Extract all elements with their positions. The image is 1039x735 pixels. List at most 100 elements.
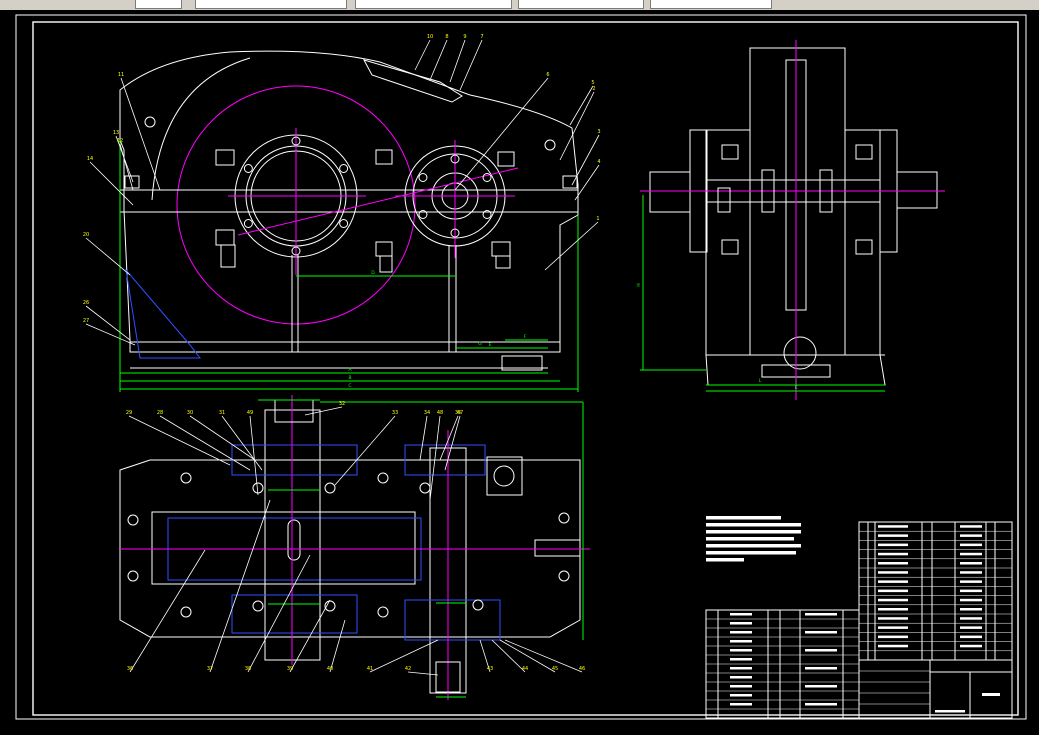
cell-text (960, 608, 982, 611)
part-number-label[interactable]: 43 (487, 666, 493, 672)
part-number-label[interactable]: 38 (245, 666, 251, 672)
part-number-label[interactable]: 45 (552, 666, 558, 672)
part-number-label[interactable]: 2 (592, 86, 595, 92)
cell-text (960, 525, 982, 528)
part-number-label[interactable]: 26 (83, 300, 89, 306)
part-number-label[interactable]: 11 (118, 72, 124, 78)
cell-text (960, 589, 982, 593)
cell-text (878, 589, 908, 593)
toolbar-field[interactable] (518, 0, 644, 9)
title-cell-text (935, 710, 965, 713)
cell-text (878, 571, 908, 574)
part-number-label[interactable]: 28 (157, 410, 163, 416)
dimension-text: E (489, 342, 492, 348)
note-line (706, 558, 744, 562)
cell-text (730, 703, 752, 706)
part-number-label[interactable]: 27 (83, 318, 89, 324)
cell-text (878, 525, 908, 528)
cell-text (805, 613, 837, 616)
cell-text (730, 694, 752, 697)
part-number-label[interactable]: 1 (596, 216, 599, 222)
part-number-label[interactable]: 39 (287, 666, 293, 672)
part-number-label[interactable]: 41 (367, 666, 373, 672)
toolbar-field[interactable] (780, 0, 1035, 8)
part-number-label[interactable]: 4 (597, 159, 600, 165)
part-number-label[interactable]: 48 (437, 410, 443, 416)
dimension-text: F (524, 334, 527, 340)
cell-text (960, 626, 982, 629)
part-number-label[interactable]: 36 (127, 666, 133, 672)
cad-drawing-canvas[interactable]: ABCDEFG 11 13 12 14 20 26 27 10 8 9 7 6 5 3 4 1 2 HJKL (0, 10, 1039, 731)
toolbar-field[interactable] (135, 0, 182, 9)
cell-text (805, 667, 837, 670)
note-line (706, 523, 801, 527)
part-number-label[interactable]: 13 (113, 130, 119, 136)
part-number-label[interactable]: 3 (597, 129, 600, 135)
dimension-text: B (348, 375, 351, 381)
part-number-label[interactable]: 32 (339, 401, 345, 407)
part-number-label[interactable]: 44 (522, 666, 528, 672)
cell-text (878, 580, 908, 583)
cell-text (878, 562, 908, 565)
part-number-label[interactable]: 14 (87, 156, 93, 162)
cell-text (730, 658, 752, 661)
note-line (706, 544, 801, 548)
toolbar-field[interactable] (195, 0, 347, 9)
cell-text (730, 667, 752, 670)
part-number-label[interactable]: 42 (405, 666, 411, 672)
cell-text (878, 598, 908, 602)
cell-text (960, 552, 982, 556)
cell-text (878, 617, 908, 620)
cell-text (805, 649, 837, 652)
cell-text (878, 626, 908, 629)
cell-text (960, 543, 982, 547)
part-number-label[interactable]: 34 (424, 410, 430, 416)
cell-text (960, 580, 982, 583)
drawing-svg: ABCDEFG 1113121420262710 8 9 7653412 HJKL (0, 10, 1039, 731)
cell-text (730, 649, 752, 652)
part-number-label[interactable]: 30 (187, 410, 193, 416)
cell-text (960, 571, 982, 574)
dimension-text: G (478, 341, 482, 347)
toolbar-field[interactable] (355, 0, 512, 9)
cell-text (960, 635, 982, 639)
part-number-label[interactable]: 20 (83, 232, 89, 238)
part-number-label[interactable]: 7 (480, 34, 483, 40)
cell-text (730, 640, 752, 643)
cell-text (878, 608, 908, 611)
part-number-label[interactable]: 31 (219, 410, 225, 416)
part-number-label[interactable]: 29 (126, 410, 132, 416)
cell-text (878, 635, 908, 639)
cell-text (730, 631, 752, 634)
part-number-label[interactable]: 49 (247, 410, 253, 416)
dimension-text: H (636, 283, 642, 286)
dimension-text: D (371, 270, 375, 276)
drawing-title-text (982, 693, 1000, 696)
cell-text (960, 562, 982, 565)
cell-text (805, 703, 837, 706)
cell-text (960, 644, 982, 648)
part-number-label[interactable]: 46 (579, 666, 585, 672)
cell-text (878, 552, 908, 556)
part-number-label[interactable]: 6 (546, 72, 549, 78)
part-number-label[interactable]: 10 (427, 34, 433, 40)
part-number-label[interactable]: 12 (117, 138, 123, 144)
cell-text (878, 543, 908, 547)
toolbar-field[interactable] (650, 0, 772, 9)
cell-text (805, 685, 837, 688)
cell-text (878, 644, 908, 648)
part-number-label[interactable]: 47 (457, 410, 463, 416)
part-number-label[interactable]: 37 (207, 666, 213, 672)
part-number-label[interactable]: 40 (327, 666, 333, 672)
cell-text (960, 598, 982, 602)
note-line (706, 551, 796, 555)
cell-text (805, 631, 837, 634)
part-number-label[interactable]: 33 (392, 410, 398, 416)
cell-text (730, 622, 752, 625)
dimension-text: J (794, 379, 796, 385)
part-number-label[interactable]: 9 (463, 34, 466, 40)
cell-text (878, 534, 908, 537)
cell-text (730, 685, 752, 688)
part-number-label[interactable]: 8 (445, 34, 448, 40)
note-line (706, 530, 801, 534)
